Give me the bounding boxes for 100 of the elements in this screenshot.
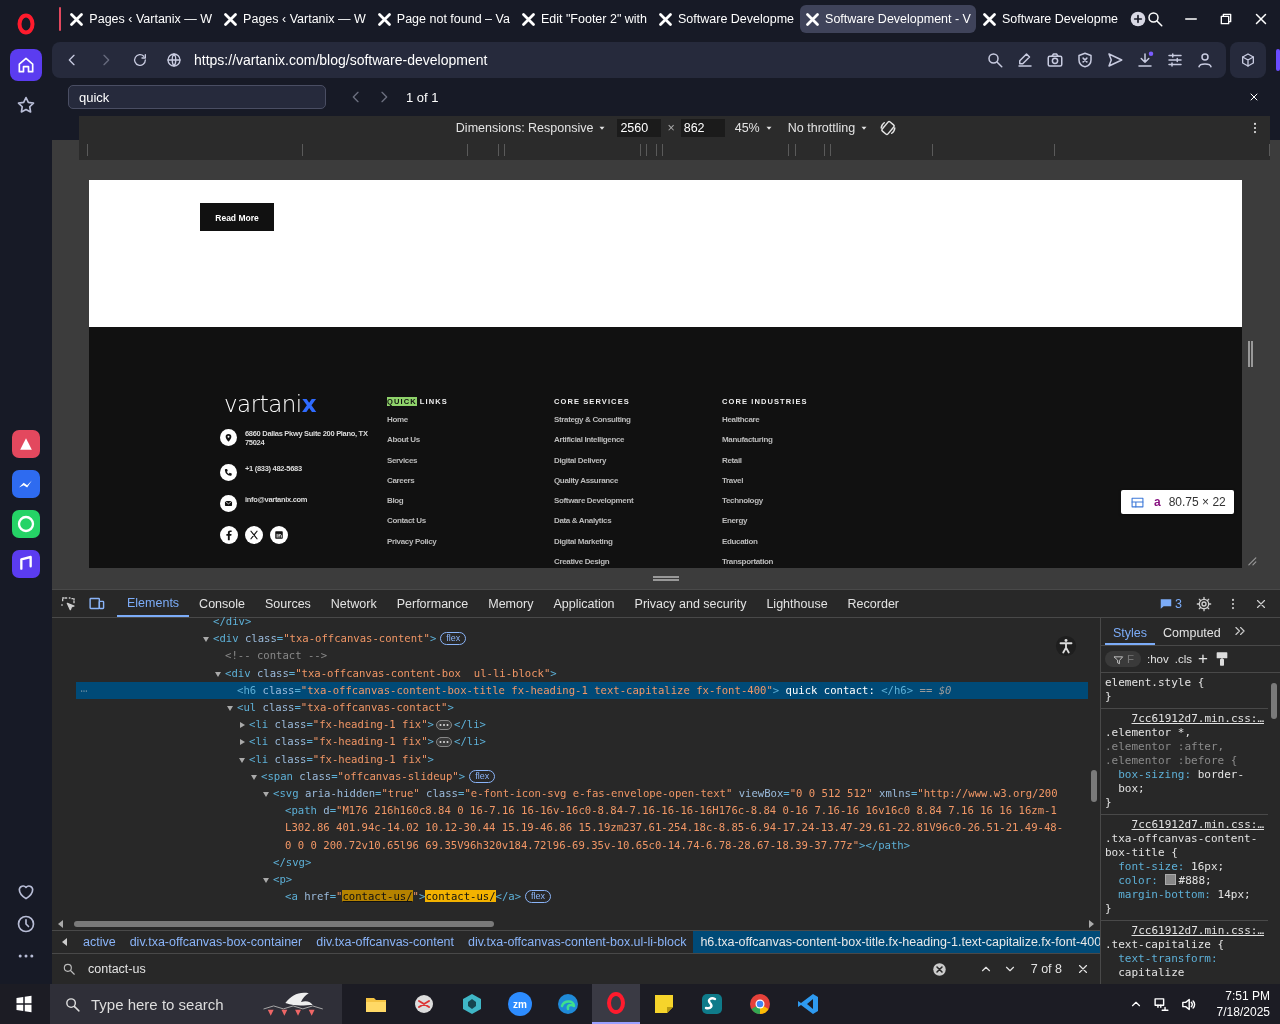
browser-tab[interactable]: Software Developme <box>976 5 1123 33</box>
send-icon[interactable] <box>1106 51 1124 69</box>
inspect-icon[interactable] <box>60 595 76 612</box>
footer-link[interactable]: Contact Us <box>387 516 554 528</box>
devtools-tab[interactable]: Elements <box>117 590 190 617</box>
breadcrumb[interactable]: active <box>76 931 123 953</box>
browser-tab[interactable]: Page not found – Va <box>371 5 515 33</box>
styles-tab[interactable]: Computed <box>1155 626 1229 645</box>
expand-triangle-icon[interactable] <box>238 721 246 730</box>
scrollbar-thumb[interactable] <box>74 920 494 927</box>
clear-icon[interactable] <box>931 961 947 977</box>
camera-icon[interactable] <box>1046 51 1064 69</box>
resize-handle[interactable] <box>653 575 679 581</box>
clock-icon[interactable] <box>16 914 36 934</box>
dom-tree-row[interactable]: </svg> <box>112 853 1088 872</box>
more-tabs-icon[interactable] <box>1232 624 1247 638</box>
browser-tab[interactable]: Software Developme <box>653 5 800 33</box>
css-property[interactable]: margin-bottom: 14px; <box>1105 888 1264 902</box>
home-button[interactable] <box>10 49 42 81</box>
footer-link[interactable]: Digital Delivery <box>554 455 722 467</box>
expand-triangle-icon[interactable] <box>262 790 270 799</box>
shield-icon[interactable] <box>1076 51 1094 69</box>
edit-icon[interactable] <box>1016 51 1034 69</box>
close-icon[interactable] <box>1248 91 1260 103</box>
dom-tree-row[interactable]: <li class="fx-heading-1 fix"> <box>88 750 1088 768</box>
browser-tab[interactable]: Software Development - V <box>800 5 976 33</box>
hov-toggle[interactable]: :hov <box>1147 653 1169 665</box>
dom-tree-row[interactable]: <p> <box>112 871 1088 889</box>
windows-logo-icon[interactable] <box>15 995 33 1013</box>
cls-toggle[interactable]: .cls <box>1174 653 1192 665</box>
dom-tree-row[interactable]: <ul class="txa-offcanvas-contact"> <box>76 699 1088 717</box>
clock[interactable]: 7:51 PM 7/18/2025 <box>1216 988 1270 1020</box>
restore-icon[interactable] <box>1218 11 1234 27</box>
issues-button[interactable]: 3 <box>1159 596 1182 611</box>
read-more-button[interactable]: Read More <box>200 203 274 231</box>
browser-tab[interactable]: Pages ‹ Vartanix — W <box>64 5 218 33</box>
footer-link[interactable]: Blog <box>387 496 554 508</box>
rotate-icon[interactable] <box>879 119 898 137</box>
collapsed-content-icon[interactable] <box>436 737 452 748</box>
breadcrumb[interactable]: div.txa-offcanvas-box-container <box>122 931 310 953</box>
stylesheet-link[interactable]: 7cc61912d7.min.css:… <box>1105 712 1264 726</box>
footer-link[interactable]: Transportation <box>722 557 902 568</box>
find-field[interactable]: quick <box>68 85 326 109</box>
heart-icon[interactable] <box>16 882 36 902</box>
collapsed-content-icon[interactable] <box>436 720 452 731</box>
dom-tree-row[interactable]: <span class="offcanvas-slideup"> flex <box>100 767 1088 786</box>
accessibility-icon[interactable] <box>1055 635 1077 657</box>
footer-link[interactable]: Quality Assurance <box>554 475 722 487</box>
sliders-icon[interactable] <box>1166 51 1184 69</box>
dom-tree-row[interactable]: <li class="fx-heading-1 fix"> </li> <box>88 733 1088 751</box>
css-property[interactable]: box-sizing: border-box; <box>1105 768 1264 796</box>
browser-tab[interactable]: Pages ‹ Vartanix — W <box>218 5 371 33</box>
new-tab-icon[interactable] <box>1130 11 1146 27</box>
css-property[interactable]: text-transform: capitalize <box>1105 952 1264 980</box>
footer-link[interactable]: Careers <box>387 475 554 487</box>
breadcrumb[interactable]: h6.txa-offcanvas-content-box-title.fx-heading-1.text-capitalize.fx-font-400 <box>693 931 1100 953</box>
throttling-dropdown[interactable]: No throttling <box>783 121 874 135</box>
expand-triangle-icon[interactable] <box>226 704 234 712</box>
footer-link[interactable]: Travel <box>722 475 902 487</box>
footer-link[interactable]: Digital Marketing <box>554 536 722 548</box>
footer-link[interactable]: Energy <box>722 516 902 528</box>
zoom-dropdown[interactable]: 45% <box>730 121 778 135</box>
expand-triangle-icon[interactable] <box>214 669 222 678</box>
breadcrumb[interactable]: div.txa-offcanvas-content <box>309 931 461 953</box>
person-icon[interactable] <box>1196 51 1214 69</box>
dom-tree-row[interactable]: <div class="txa-offcanvas-content"> flex <box>52 630 1088 648</box>
dom-tree-row[interactable]: <h6 class="txa-offcanvas-content-box-title fx-heading-1 text-capitalize fx-font-400"> quick contact: </h6> == $0 <box>76 681 1088 699</box>
color-swatch[interactable] <box>1164 874 1176 885</box>
footer-link[interactable]: About Us <box>387 435 554 447</box>
footer-link[interactable]: Privacy Policy <box>387 536 554 548</box>
footer-link[interactable]: Education <box>722 536 902 548</box>
linkedin-icon[interactable] <box>270 525 288 544</box>
footer-link[interactable]: Services <box>387 455 554 467</box>
dom-tree-row[interactable]: <div class="txa-offcanvas-content-box ul-li-block"> <box>64 664 1088 682</box>
extensions-button[interactable] <box>1230 42 1266 78</box>
network-icon[interactable] <box>1152 995 1170 1013</box>
footer-link[interactable]: Home <box>387 414 554 426</box>
expand-triangle-icon[interactable] <box>238 738 246 747</box>
footer-link[interactable]: Data & Analytics <box>554 516 722 528</box>
new-rule-button[interactable]: + <box>1198 649 1208 669</box>
triangle-app-icon[interactable] <box>12 430 40 458</box>
dimensions-dropdown[interactable]: Dimensions: Responsive <box>451 121 612 135</box>
facebook-icon[interactable] <box>220 525 238 544</box>
search-field[interactable]: contact-us <box>86 961 922 977</box>
expand-triangle-icon[interactable] <box>262 876 270 885</box>
browser-tab[interactable]: Edit "Footer 2" with <box>515 5 653 33</box>
close-icon[interactable] <box>1076 962 1090 976</box>
width-field[interactable]: 2560 <box>617 119 662 137</box>
footer-link[interactable]: Retail <box>722 455 902 467</box>
styles-tab[interactable]: Styles <box>1105 626 1156 645</box>
dom-tree-row[interactable]: <!-- contact --> <box>64 647 1088 665</box>
url-text[interactable]: https://vartanix.com/blog/software-development <box>194 52 488 68</box>
search-icon[interactable] <box>1146 10 1164 28</box>
css-property[interactable]: color: #888; <box>1105 874 1264 888</box>
expand-triangle-icon[interactable] <box>238 755 246 764</box>
taskbar-search[interactable]: Type here to search <box>50 984 342 1024</box>
reload-icon[interactable] <box>132 52 148 68</box>
sidebar-toggle[interactable] <box>1276 49 1280 71</box>
x-icon[interactable] <box>245 525 263 544</box>
filter-field[interactable]: F <box>1105 651 1141 667</box>
